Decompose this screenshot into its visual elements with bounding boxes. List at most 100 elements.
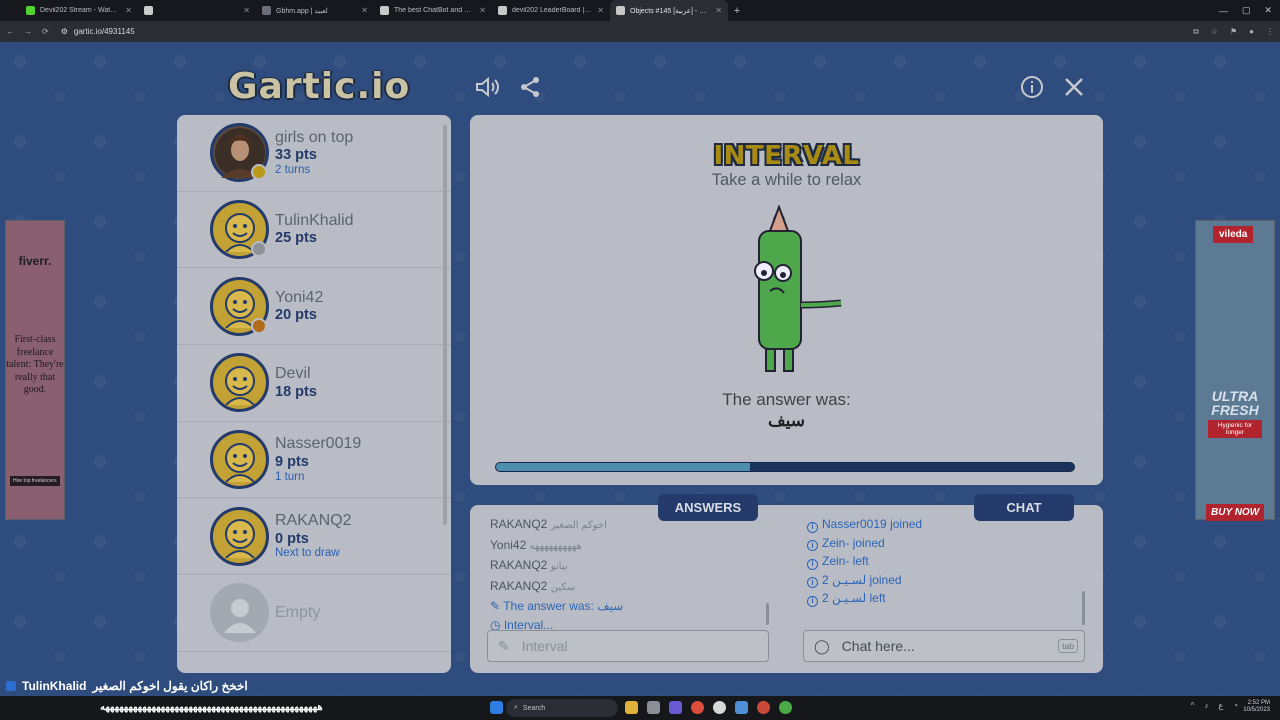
- taskbar-search[interactable]: ⌕ Search: [506, 699, 618, 717]
- windows-start-icon[interactable]: [490, 701, 503, 714]
- browser-tab[interactable]: Objects #145 [عربية] - Gartic.io ✕: [610, 0, 728, 21]
- overlay-message: اخخخ راكان يقول اخوكم الصغير: [92, 679, 248, 693]
- overlay-spam-message: هههههههههههههههههههههههههههههههههههههههه…: [100, 702, 324, 713]
- forward-icon[interactable]: →: [24, 27, 32, 36]
- chat-line: i Zein- left: [807, 552, 1087, 571]
- interval-subtitle: Take a while to relax: [711, 171, 862, 189]
- default-avatar-icon: [224, 442, 255, 482]
- round-progress-bar: [495, 462, 1075, 472]
- chat-action: joined: [869, 572, 902, 587]
- player-name: girls on top: [275, 128, 354, 146]
- tray-lang-icon[interactable]: ع: [1218, 701, 1223, 710]
- chrome-icon[interactable]: [691, 701, 704, 714]
- browser-tab[interactable]: Devil202 Stream - Watch Live o ✕: [20, 0, 138, 21]
- chat-input[interactable]: ◯ Chat here... tab: [803, 630, 1085, 662]
- fiverr-logo: fiverr.: [18, 254, 52, 268]
- player-info: Nasser0019 9 pts 1 turn: [275, 435, 361, 483]
- answer-guess: اخوكم الصغير: [550, 520, 607, 531]
- kick-icon: [6, 681, 16, 691]
- chat-bubble-icon: ◯: [814, 637, 830, 654]
- tab-close-icon[interactable]: ✕: [243, 6, 250, 15]
- tray-mic-icon[interactable]: ♪: [1204, 701, 1208, 710]
- menu-icon[interactable]: ⋮: [1266, 27, 1274, 37]
- player-name: TulinKhalid: [275, 212, 354, 229]
- player-row[interactable]: RAKANQ2 0 pts Next to draw: [177, 498, 451, 576]
- player-row[interactable]: Empty: [177, 575, 451, 652]
- obs-icon[interactable]: [713, 701, 726, 714]
- tab-favicon-icon: [144, 6, 153, 15]
- browser-tab[interactable]: devil202 LeaderBoard | The be ✕: [492, 0, 610, 21]
- answer-guess: سكين: [550, 581, 576, 593]
- answers-feed: RAKANQ2 اخوكم الصغير Yoni42 ههههههههههه RA…: [490, 515, 770, 634]
- browser-tab[interactable]: Gbhm.app | لعبيد ✕: [256, 0, 374, 21]
- tab-close-icon[interactable]: ✕: [479, 6, 486, 15]
- player-name: Devil: [275, 365, 311, 383]
- back-icon[interactable]: ←: [6, 27, 14, 36]
- bookmark-star-icon[interactable]: ☆: [1211, 27, 1218, 37]
- reload-icon[interactable]: ⟳: [42, 27, 49, 36]
- taskbar-clock[interactable]: 2:52 PM 10/5/2023: [1243, 700, 1270, 714]
- close-icon[interactable]: [1061, 74, 1087, 100]
- pencil-mascot-icon: [754, 205, 842, 372]
- chat-user: Nasser0019: [822, 517, 887, 531]
- profile-icon[interactable]: ●: [1249, 27, 1254, 37]
- player-row[interactable]: TulinKhalid 25 pts: [177, 192, 451, 269]
- player-avatar: [210, 353, 269, 413]
- default-avatar-icon: [224, 519, 255, 559]
- url-field[interactable]: ⚙ gartic.io/4931145: [61, 27, 135, 36]
- tab-close-icon[interactable]: ✕: [597, 6, 604, 15]
- minimize-icon[interactable]: —: [1219, 6, 1228, 16]
- buy-now-button[interactable]: BUY NOW: [1206, 504, 1265, 521]
- search-icon: ⌕: [514, 704, 518, 711]
- info-icon[interactable]: [1019, 74, 1045, 100]
- answer-guess: بيانو: [550, 561, 568, 572]
- player-status-badge: [251, 164, 267, 181]
- app-icon[interactable]: [735, 701, 748, 714]
- player-name: Empty: [275, 603, 321, 621]
- left-ad-banner[interactable]: fiverr. First-class freelance talent: Th…: [5, 220, 65, 520]
- left-ad-cta[interactable]: Hire top freelancers: [10, 476, 60, 486]
- volume-icon[interactable]: [474, 74, 500, 100]
- answers-scrollbar[interactable]: [766, 603, 769, 625]
- extensions-icon[interactable]: ⚑: [1230, 27, 1237, 37]
- browser-tab[interactable]: The best ChatBot and Widg ✕: [374, 0, 492, 21]
- gartic-logo[interactable]: Gartic.io: [228, 66, 410, 107]
- store-icon[interactable]: [647, 701, 660, 714]
- right-ad-banner[interactable]: vileda ULTRA FRESH Hygienic for longer B…: [1195, 220, 1275, 521]
- taskbar-search-label: Search: [522, 704, 546, 712]
- answers-tab[interactable]: ANSWERS: [658, 494, 758, 521]
- answer-input[interactable]: ✎ Interval: [487, 630, 769, 662]
- tab-close-icon[interactable]: ✕: [361, 6, 368, 15]
- browser-tab[interactable]: ✕: [138, 0, 256, 21]
- maximize-icon[interactable]: ▢: [1242, 5, 1251, 16]
- player-name: RAKANQ2: [275, 512, 352, 530]
- info-icon: i: [807, 540, 818, 552]
- chat-scrollbar[interactable]: [1082, 591, 1085, 625]
- player-turns: 2 turns: [275, 163, 311, 176]
- tray-wifi-icon[interactable]: ◔: [1233, 701, 1238, 710]
- player-row[interactable]: Yoni42 20 pts: [177, 268, 451, 346]
- tray-chevron-icon[interactable]: ^: [1191, 701, 1195, 710]
- answer-reveal-label: The answer was:: [503, 599, 594, 613]
- chat-feed: i Nasser0019 joined i Zein- joined i Zein- le…: [807, 515, 1087, 608]
- chat-line: i 2 لسـيـن joined: [807, 571, 1087, 590]
- url-text: gartic.io/4931145: [73, 27, 135, 36]
- players-scrollbar[interactable]: [443, 125, 447, 525]
- file-explorer-icon[interactable]: [625, 701, 638, 714]
- player-row[interactable]: Nasser0019 9 pts 1 turn: [177, 422, 451, 499]
- player-row[interactable]: Devil 18 pts: [177, 345, 451, 422]
- tab-close-icon[interactable]: ✕: [715, 6, 722, 15]
- discord-icon[interactable]: [669, 701, 682, 714]
- site-info-icon[interactable]: ⚙: [61, 27, 68, 36]
- chrome-alt-icon[interactable]: [779, 701, 792, 714]
- overlay-username: TulinKhalid: [22, 679, 87, 693]
- new-tab-icon[interactable]: +: [728, 0, 746, 21]
- chrome-profile-icon[interactable]: [757, 701, 770, 714]
- player-avatar: [210, 430, 269, 490]
- share-icon[interactable]: [517, 74, 543, 100]
- player-row[interactable]: girls on top 33 pts 2 turns: [177, 115, 451, 192]
- tab-close-icon[interactable]: ✕: [125, 6, 132, 15]
- close-window-icon[interactable]: ✕: [1264, 5, 1272, 16]
- cast-icon[interactable]: ⧉: [1193, 27, 1199, 37]
- chat-tab[interactable]: CHAT: [974, 494, 1074, 521]
